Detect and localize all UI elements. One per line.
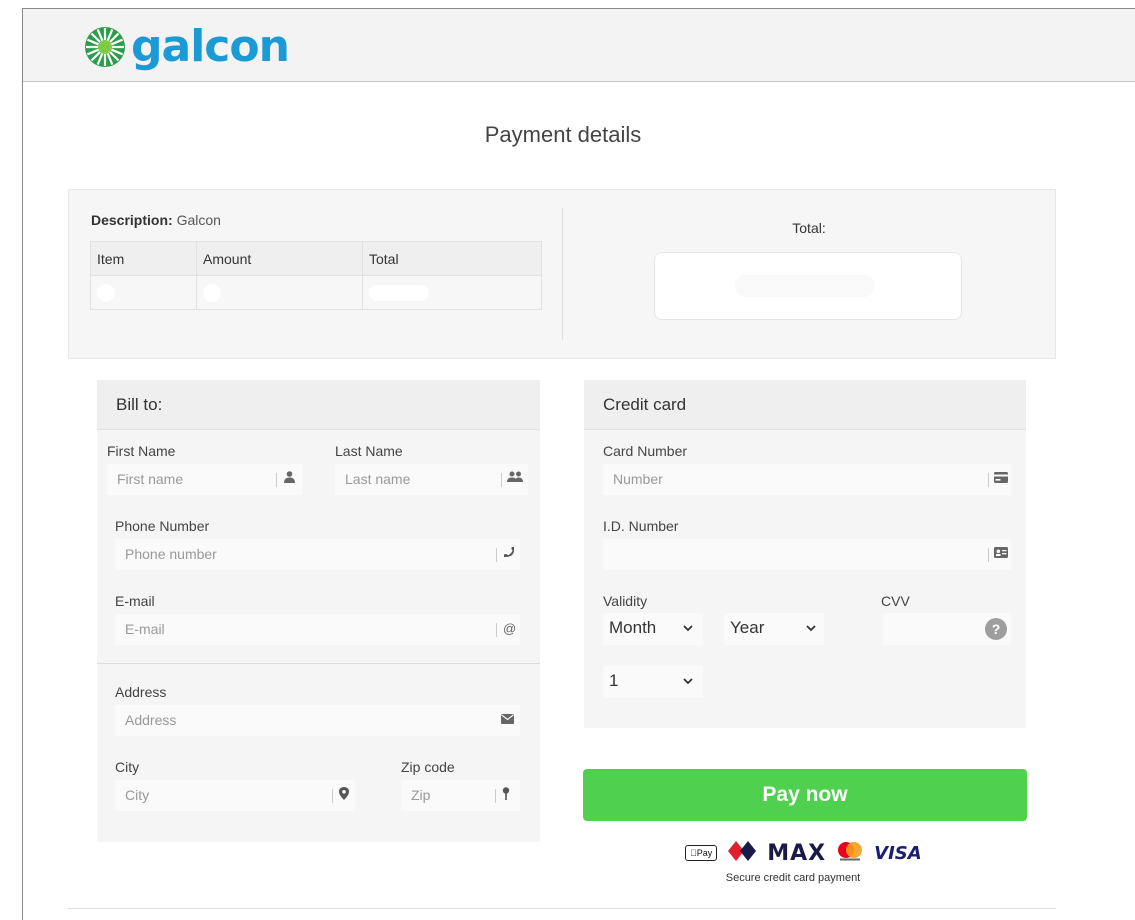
summary-divider — [562, 208, 563, 340]
credit-card-panel: Credit card Card Number Number I.D. Numb… — [584, 380, 1026, 728]
cvv-label: CVV — [881, 593, 910, 609]
chevron-down-icon — [806, 620, 816, 635]
mastercard-logo-icon — [836, 841, 864, 866]
month-select[interactable]: Month — [603, 613, 703, 645]
users-icon — [507, 471, 523, 486]
page-frame: galcon Payment details Description: Galc… — [22, 8, 1135, 920]
map-marker-icon — [339, 787, 349, 803]
galcon-logo[interactable]: galcon — [83, 19, 290, 74]
max-diamond-icon — [727, 840, 757, 867]
payment-logos: Pay MAX VISA — [685, 840, 922, 867]
bill-to-panel: Bill to: First Name First name Last Name… — [97, 380, 540, 842]
at-icon: @ — [503, 621, 517, 636]
month-select-value: Month — [609, 618, 657, 637]
max-logo: MAX — [760, 840, 825, 866]
description: Description: Galcon — [91, 212, 221, 228]
sprinkler-wheel-icon — [85, 26, 125, 67]
page-title: Payment details — [484, 122, 642, 147]
column-total: Total — [362, 241, 542, 276]
address-placeholder: Address — [125, 712, 177, 728]
card-number-label: Card Number — [603, 443, 688, 459]
first-name-field[interactable]: First name — [107, 464, 302, 495]
chevron-down-icon — [683, 620, 693, 635]
year-select-value: Year — [730, 618, 765, 637]
phone-placeholder: Phone number — [125, 546, 217, 562]
id-number-field[interactable] — [603, 539, 1011, 570]
installments-select-value: 1 — [609, 671, 619, 690]
phone-label: Phone Number — [115, 518, 210, 534]
secure-payment-note: Secure credit card payment — [725, 872, 861, 884]
last-name-placeholder: Last name — [345, 471, 411, 487]
table-row — [90, 275, 542, 310]
credit-card-title: Credit card — [584, 380, 1026, 430]
credit-card-icon — [994, 471, 1008, 486]
zip-placeholder: Zip — [411, 787, 431, 803]
items-table: Item Amount Total — [90, 241, 542, 310]
id-card-icon — [994, 546, 1008, 561]
email-placeholder: E-mail — [125, 621, 165, 637]
address-label: Address — [115, 684, 167, 700]
order-summary: Description: Galcon Item Amount Total To… — [68, 189, 1056, 359]
pin-icon — [502, 787, 510, 803]
validity-label: Validity — [603, 593, 648, 609]
id-number-label: I.D. Number — [603, 518, 679, 534]
last-name-field[interactable]: Last name — [335, 464, 528, 495]
first-name-placeholder: First name — [117, 471, 184, 487]
card-number-placeholder: Number — [613, 471, 663, 487]
total-label: Total: — [792, 220, 826, 236]
cvv-help-icon[interactable]: ? — [985, 618, 1007, 640]
item-cell-redacted — [90, 275, 197, 310]
zip-field[interactable]: Zip — [401, 780, 520, 811]
card-number-field[interactable]: Number — [603, 464, 1011, 495]
section-divider — [97, 663, 540, 664]
city-placeholder: City — [125, 787, 150, 803]
zip-label: Zip code — [401, 759, 455, 775]
phone-icon — [503, 546, 515, 561]
user-icon — [284, 471, 295, 486]
description-label: Description: — [91, 212, 173, 228]
envelope-icon — [501, 712, 514, 727]
address-field[interactable]: Address — [115, 705, 520, 736]
column-item: Item — [90, 241, 197, 276]
bottom-divider — [68, 908, 1056, 909]
installments-select[interactable]: 1 — [603, 666, 703, 698]
apple-pay-logo: Pay — [685, 845, 718, 861]
email-label: E-mail — [115, 593, 155, 609]
bill-to-title: Bill to: — [97, 380, 540, 430]
city-label: City — [115, 759, 140, 775]
last-name-label: Last Name — [335, 443, 403, 459]
header: galcon — [23, 9, 1135, 82]
visa-logo: VISA — [867, 842, 922, 864]
phone-field[interactable]: Phone number — [115, 539, 520, 570]
brand-name: galcon — [131, 21, 290, 72]
pay-now-button[interactable]: Pay now — [583, 769, 1027, 821]
amount-cell-redacted — [196, 275, 363, 310]
total-cell-redacted — [362, 275, 542, 310]
description-value: Galcon — [176, 212, 221, 228]
email-field[interactable]: E-mail @ — [115, 614, 520, 645]
total-value-redacted — [654, 252, 962, 320]
city-field[interactable]: City — [115, 780, 355, 811]
items-table-header: Item Amount Total — [90, 241, 542, 276]
year-select[interactable]: Year — [724, 613, 824, 645]
first-name-label: First Name — [107, 443, 176, 459]
chevron-down-icon — [683, 673, 693, 688]
column-amount: Amount — [196, 241, 363, 276]
